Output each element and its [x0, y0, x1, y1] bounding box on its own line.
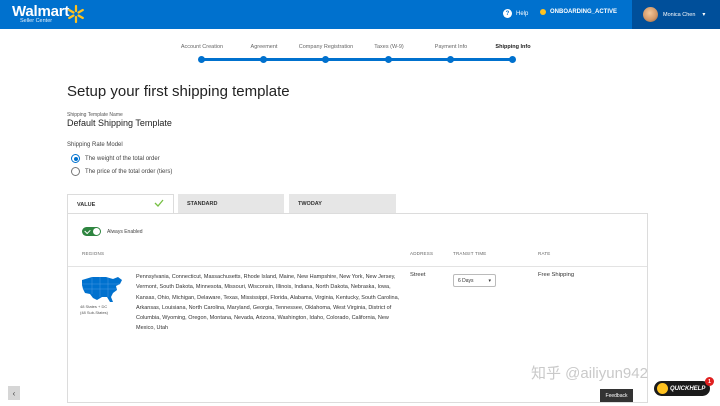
- onboarding-status: ONBOARDING_ACTIVE: [540, 9, 617, 15]
- template-name-value[interactable]: Default Shipping Template: [67, 118, 172, 128]
- step-dot-icon: [509, 56, 516, 63]
- spark-icon: [68, 4, 84, 24]
- region-states-list: Pennsylvania, Connecticut, Massachusetts…: [136, 274, 400, 332]
- walmart-logo[interactable]: Walmart Seller Center: [12, 3, 84, 24]
- top-header: Walmart Seller Center ? Help ONBOARDING_…: [0, 0, 720, 29]
- onboarding-stepper: Account Creation Agreement Company Regis…: [170, 44, 540, 68]
- address-type: Street: [410, 272, 426, 278]
- radio-button[interactable]: [71, 154, 80, 163]
- checkmark-icon: [154, 199, 164, 207]
- us-map-icon: [82, 277, 122, 302]
- tab-standard[interactable]: STANDARD: [178, 194, 284, 213]
- tab-label: VALUE: [77, 202, 96, 208]
- radio-button[interactable]: [71, 167, 80, 176]
- transit-time-select[interactable]: 6 Days ▾: [453, 274, 496, 287]
- tab-value[interactable]: VALUE: [67, 194, 174, 214]
- chevron-down-icon: ▾: [702, 12, 706, 18]
- tab-label: TWODAY: [298, 201, 322, 207]
- user-menu[interactable]: Monica Chen ▾: [632, 0, 720, 29]
- avatar: [643, 7, 658, 22]
- rate-option-weight[interactable]: The weight of the total order: [71, 154, 160, 163]
- help-icon: ?: [503, 9, 512, 18]
- chevron-left-icon[interactable]: ‹: [8, 386, 20, 400]
- column-header-regions: REGIONS: [82, 251, 105, 256]
- user-name: Monica Chen: [663, 11, 696, 18]
- help-label: Help: [516, 10, 529, 17]
- radio-label: The price of the total order (tiers): [85, 168, 173, 175]
- stepper-progress-line: [202, 58, 513, 61]
- enabled-toggle[interactable]: [82, 227, 101, 236]
- step-dot-icon: [198, 56, 205, 63]
- step-dot-icon: [322, 56, 329, 63]
- column-header-address: ADDRESS: [410, 251, 434, 256]
- map-caption-line2: (48 Sub-States): [80, 310, 109, 315]
- rate-option-price[interactable]: The price of the total order (tiers): [71, 167, 172, 176]
- quickhelp-label: QUICKHELP: [670, 385, 706, 392]
- chevron-down-icon: ▾: [488, 278, 491, 284]
- brand-subtitle: Seller Center: [20, 18, 53, 24]
- help-link[interactable]: ? Help: [503, 9, 528, 18]
- page-title: Setup your first shipping template: [67, 83, 290, 100]
- step-shipping-info[interactable]: Shipping Info: [473, 44, 553, 63]
- map-caption: 48 States + DC (48 Sub-States): [80, 304, 108, 316]
- divider: [68, 266, 647, 267]
- quickhelp-button[interactable]: QUICKHELP 1: [654, 377, 714, 396]
- column-header-transit: TRANSIT TIME: [453, 251, 487, 256]
- always-enabled-row: Always Enabled: [82, 227, 143, 236]
- step-dot-icon: [447, 56, 454, 63]
- toggle-label: Always Enabled: [107, 228, 143, 235]
- tab-label: STANDARD: [187, 201, 218, 207]
- step-dot-icon: [385, 56, 392, 63]
- tab-twoday[interactable]: TWODAY: [289, 194, 396, 213]
- watermark: 知乎 @ailiyun942: [531, 365, 648, 382]
- rate-model-label: Shipping Rate Model: [67, 142, 123, 148]
- transit-time-value: 6 Days: [458, 278, 474, 284]
- rate-value: Free Shipping: [538, 272, 575, 278]
- step-dot-icon: [260, 56, 267, 63]
- column-header-rate: RATE: [538, 251, 551, 256]
- status-text: ONBOARDING_ACTIVE: [550, 9, 618, 15]
- quickhelp-logo-icon: [657, 383, 668, 394]
- radio-label: The weight of the total order: [85, 155, 160, 162]
- status-dot-icon: [540, 9, 546, 15]
- step-label: Shipping Info: [495, 44, 531, 50]
- feedback-button[interactable]: Feedback: [600, 389, 633, 402]
- notification-badge: 1: [705, 377, 714, 386]
